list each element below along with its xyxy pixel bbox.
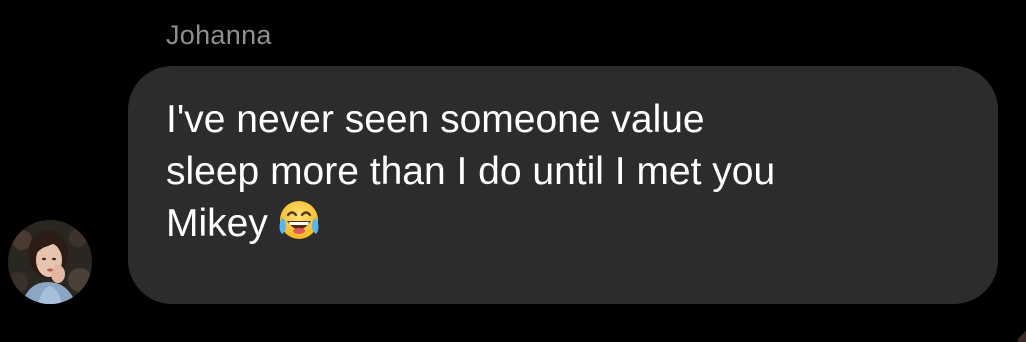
contact-avatar[interactable] — [8, 220, 92, 304]
avatar-photo-icon — [8, 220, 92, 304]
message-text: I've never seen someone value sleep more… — [166, 98, 776, 245]
message-thread: Johanna I've never seen someone value sl… — [0, 0, 1026, 342]
sender-name: Johanna — [166, 20, 272, 50]
message-bubble[interactable]: I've never seen someone value sleep more… — [128, 66, 998, 304]
face-with-tears-of-joy-icon — [276, 198, 322, 249]
corner-decoration — [1018, 328, 1026, 342]
